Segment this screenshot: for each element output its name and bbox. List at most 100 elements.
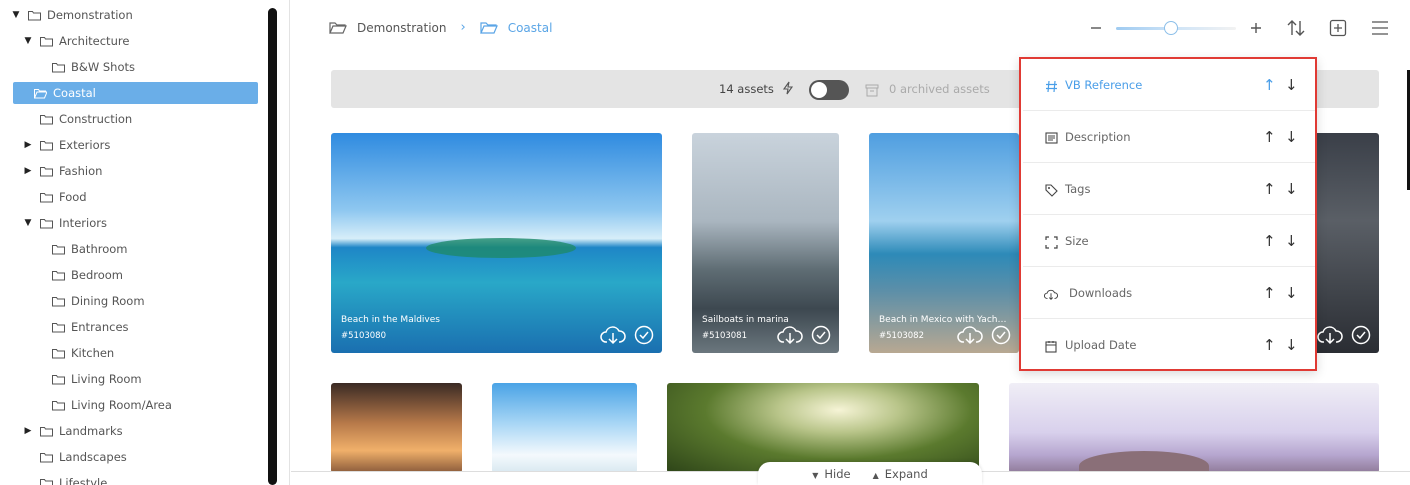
sidebar-folder-item[interactable]: Living Room/Area [34, 394, 172, 416]
sort-ascending-icon[interactable]: ↑ [1263, 232, 1276, 250]
sort-option-size[interactable]: Size ↑ ↓ [1023, 215, 1315, 267]
breadcrumb-current-label: Coastal [507, 20, 553, 35]
sort-descending-icon[interactable]: ↓ [1285, 336, 1298, 354]
sort-option-description[interactable]: Description ↑ ↓ [1023, 111, 1315, 163]
folder-label: Bedroom [71, 268, 124, 282]
sidebar-folder-item[interactable]: Construction [22, 108, 132, 130]
cloud-download-icon[interactable] [1317, 325, 1343, 345]
sidebar-folder-item[interactable]: Coastal [13, 82, 258, 104]
asset-card[interactable]: Sailboats in marina #5103081 [692, 133, 839, 353]
expand-button[interactable]: ▲ Expand [873, 467, 928, 481]
sidebar-folder-item[interactable]: ▼ Demonstration [10, 4, 133, 26]
sidebar-folder-item[interactable]: Living Room [34, 368, 142, 390]
sort-ascending-icon[interactable]: ↑ [1263, 284, 1276, 302]
caret-down-icon[interactable]: ▼ [22, 36, 34, 46]
menu-button[interactable] [1366, 14, 1394, 42]
asset-card[interactable] [667, 383, 979, 473]
sort-ascending-icon[interactable]: ↑ [1263, 336, 1276, 354]
sidebar-folder-item[interactable]: ▶ Exteriors [22, 134, 111, 156]
sidebar-folder-item[interactable]: Dining Room [34, 290, 145, 312]
folder-label: Lifestyle [59, 476, 108, 485]
hide-button[interactable]: ▼ Hide [812, 467, 850, 481]
asset-card[interactable]: Beach in Mexico with Yacht ... #5103082 [869, 133, 1019, 353]
folder-label: Kitchen [71, 346, 115, 360]
cloud-download-icon[interactable] [957, 325, 983, 345]
caret-right-icon[interactable]: ▶ [22, 426, 34, 436]
asset-card[interactable] [331, 383, 462, 473]
archive-toggle[interactable] [809, 80, 849, 100]
sort-button[interactable] [1282, 14, 1310, 42]
sort-option-tags[interactable]: Tags ↑ ↓ [1023, 163, 1315, 215]
asset-card[interactable] [492, 383, 637, 473]
sort-option-downloads[interactable]: Downloads ↑ ↓ [1023, 267, 1315, 319]
sidebar-folder-item[interactable]: Lifestyle [22, 472, 107, 485]
folder-icon [40, 218, 53, 228]
sort-descending-icon[interactable]: ↓ [1285, 180, 1298, 198]
calendar-icon [1044, 339, 1058, 353]
asset-card[interactable] [1309, 133, 1379, 353]
sort-ascending-icon[interactable]: ↑ [1263, 180, 1276, 198]
sidebar-folder-item[interactable]: B&W Shots [34, 56, 135, 78]
cloud-download-icon[interactable] [600, 325, 626, 345]
folder-label: Demonstration [47, 8, 133, 22]
zoom-slider-thumb[interactable] [1164, 21, 1178, 35]
caret-down-icon[interactable]: ▼ [22, 218, 34, 228]
sidebar-folder-item[interactable]: ▼ Architecture [22, 30, 130, 52]
sort-descending-icon[interactable]: ↓ [1285, 284, 1298, 302]
folder-label: Living Room [71, 372, 142, 386]
breadcrumb-current[interactable]: Coastal [479, 20, 553, 35]
sort-ascending-icon[interactable]: ↑ [1263, 76, 1276, 94]
caret-down-icon[interactable]: ▼ [10, 10, 22, 20]
sidebar-folder-item[interactable]: Entrances [34, 316, 129, 338]
sort-descending-icon[interactable]: ↓ [1285, 232, 1298, 250]
sort-ascending-icon[interactable]: ↑ [1263, 128, 1276, 146]
caret-right-icon[interactable]: ▶ [22, 166, 34, 176]
asset-caption: Sailboats in marina [702, 315, 789, 325]
sidebar-scrollbar[interactable] [268, 8, 277, 485]
zoom-in-button[interactable] [1242, 14, 1270, 42]
select-check-icon[interactable] [1351, 325, 1371, 345]
folder-label: Entrances [71, 320, 129, 334]
caret-right-icon[interactable]: ▶ [22, 140, 34, 150]
sort-option-upload-date[interactable]: Upload Date ↑ ↓ [1023, 319, 1315, 371]
folder-icon [52, 62, 65, 72]
sort-option-label: Downloads [1069, 286, 1133, 300]
breadcrumb-root[interactable]: Demonstration [329, 21, 447, 35]
sidebar-folder-item[interactable]: ▶ Landmarks [22, 420, 123, 442]
sidebar-folder-item[interactable]: Food [22, 186, 87, 208]
folder-label: Dining Room [71, 294, 145, 308]
select-check-icon[interactable] [811, 325, 831, 345]
asset-card[interactable]: Beach in the Maldives #5103080 [331, 133, 662, 353]
sort-option-vb-reference[interactable]: VB Reference ↑ ↓ [1023, 59, 1315, 111]
zoom-slider[interactable] [1116, 14, 1236, 42]
sidebar-folder-item[interactable]: ▶ Fashion [22, 160, 103, 182]
sort-descending-icon[interactable]: ↓ [1285, 76, 1298, 94]
folder-label: Architecture [59, 34, 130, 48]
zoom-out-button[interactable] [1082, 14, 1110, 42]
cloud-download-icon [1044, 287, 1058, 301]
folder-icon [40, 192, 53, 202]
lightning-icon[interactable] [782, 81, 794, 98]
sort-descending-icon[interactable]: ↓ [1285, 128, 1298, 146]
breadcrumb-root-label: Demonstration [357, 20, 447, 35]
size-icon [1044, 235, 1058, 249]
sidebar-folder-item[interactable]: Landscapes [22, 446, 127, 468]
cloud-download-icon[interactable] [777, 325, 803, 345]
folder-label: Landmarks [59, 424, 123, 438]
folder-icon [40, 452, 53, 462]
island-shape [426, 238, 576, 258]
hide-label: Hide [824, 466, 851, 481]
folder-icon [40, 426, 53, 436]
sidebar-folder-item[interactable]: Bathroom [34, 238, 127, 260]
card-actions [600, 325, 654, 345]
sidebar-folder-item[interactable]: Kitchen [34, 342, 114, 364]
description-icon [1044, 131, 1058, 145]
asset-card[interactable] [1009, 383, 1379, 473]
sort-option-label: Description [1065, 130, 1131, 144]
select-check-icon[interactable] [991, 325, 1011, 345]
select-check-icon[interactable] [634, 325, 654, 345]
sidebar-folder-item[interactable]: ▼ Interiors [22, 212, 107, 234]
sidebar-folder-item[interactable]: Bedroom [34, 264, 123, 286]
add-button[interactable] [1324, 14, 1352, 42]
folder-label: Exteriors [59, 138, 111, 152]
